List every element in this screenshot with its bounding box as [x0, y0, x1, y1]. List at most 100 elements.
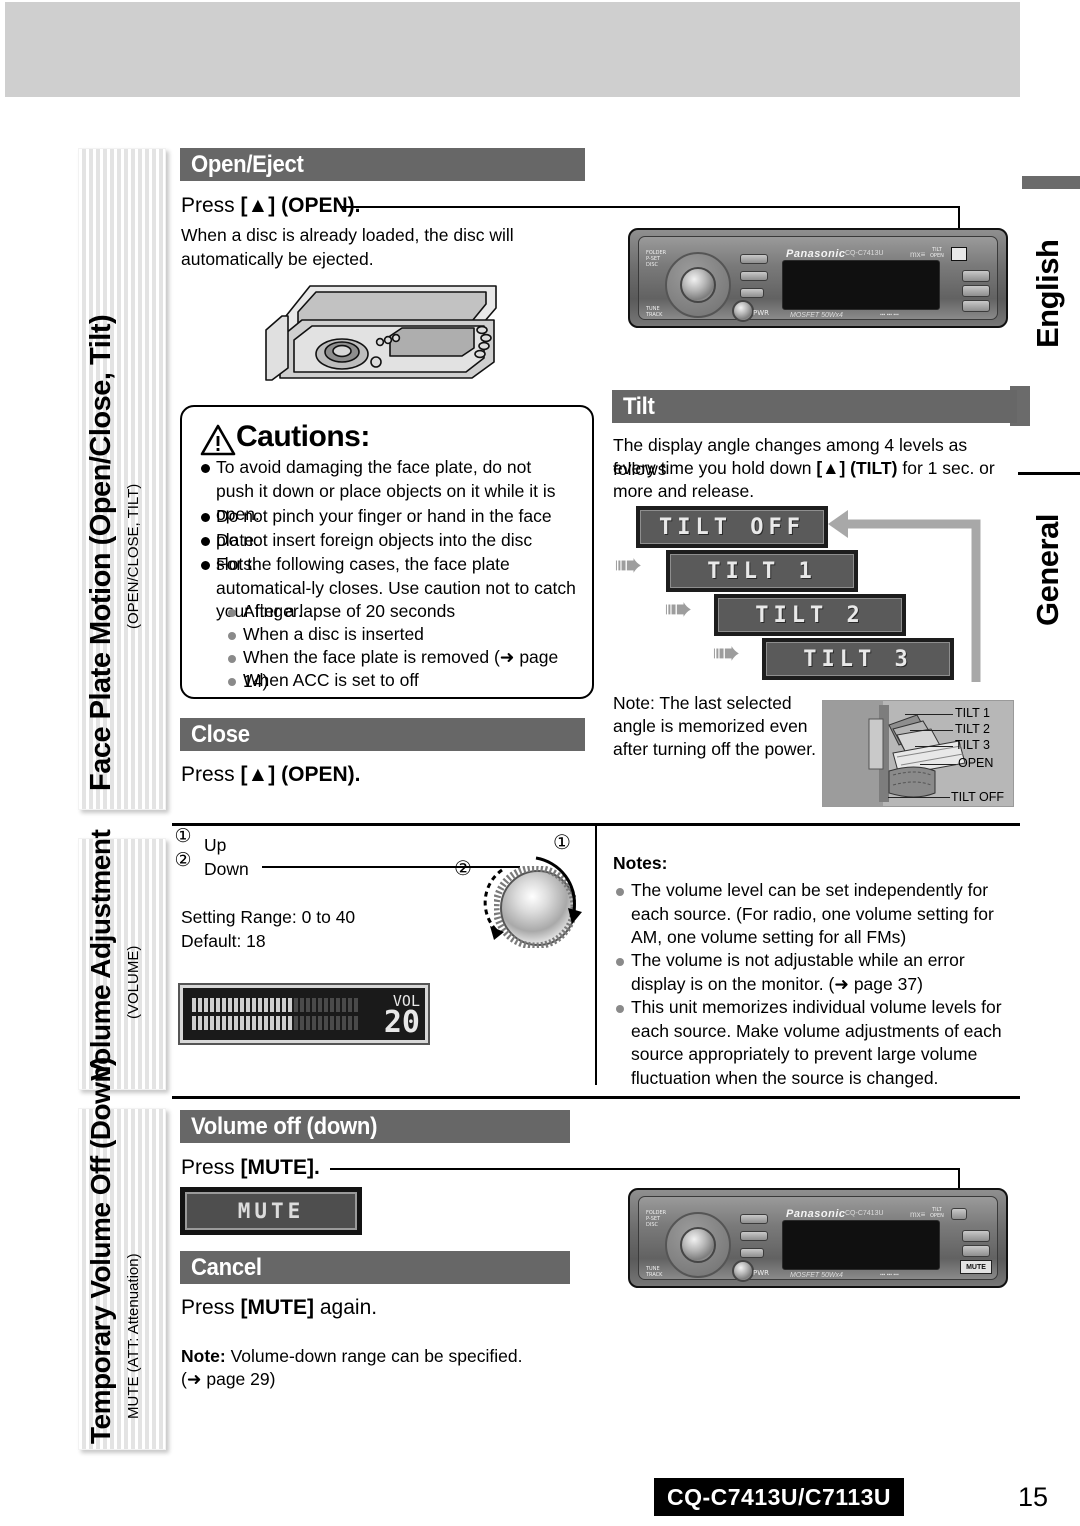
- cautions-subbullet: [228, 655, 236, 663]
- mute-key-icon: [MUTE]: [240, 1156, 315, 1179]
- head-unit-tilt-open-label-bottom: TILT OPEN: [930, 1207, 944, 1219]
- volume-step-1-label: Up: [204, 835, 227, 855]
- cautions-bullet: [201, 561, 210, 570]
- tilt-diagram-label-tilt3: TILT 3: [955, 738, 990, 752]
- head-unit-brand-bottom: Panasonic: [786, 1208, 846, 1220]
- english-tab-marker: [1022, 176, 1080, 189]
- tilt-key-icon: [▲] (TILT): [816, 458, 898, 478]
- section-header-cancel: Cancel: [180, 1251, 570, 1284]
- tilt-diagram-label-tilt2: TILT 2: [955, 722, 990, 736]
- tilt-state-off: TILT OFF: [636, 506, 828, 548]
- head-unit-volume-knob-top: [680, 267, 716, 303]
- volume-level-bars-lower: [192, 1016, 358, 1030]
- cautions-bullet: [201, 513, 210, 522]
- sidebar-tab-face-plate-motion-title: Face Plate Motion (Open/Close, Tilt): [85, 314, 117, 791]
- volume-step-2-label: Down: [204, 859, 249, 879]
- tilt-state-1-label: TILT 1: [707, 558, 817, 584]
- volume-off-note-label: Note:: [181, 1346, 226, 1366]
- volume-display-value: 20: [383, 1005, 420, 1040]
- volume-rotation-arrows: [462, 848, 592, 968]
- head-unit-codec-labels-bottom: ▪▪▪ ▪▪▪ ▪▪▪: [880, 1272, 899, 1278]
- open-eject-instruction: Press [▲] (OPEN).: [181, 193, 361, 219]
- head-unit-left-labels-bottom: FOLDER P-SET DISC: [646, 1210, 667, 1228]
- head-unit-pwr-label-top: PWR: [753, 309, 770, 317]
- section-header-open-eject-label: Open/Eject: [191, 150, 304, 178]
- mute-key-icon: [MUTE]: [240, 1296, 315, 1319]
- section-header-close: Close: [180, 718, 585, 751]
- sidebar-tab-english[interactable]: English: [1030, 208, 1066, 348]
- tilt-note-line-1-text: Note: The last selected: [613, 693, 792, 713]
- mute-display-label: MUTE: [237, 1199, 305, 1223]
- close-key-suffix: (OPEN).: [281, 763, 361, 786]
- head-unit-src-button-top: [732, 300, 754, 322]
- cautions-subbullet: [228, 678, 236, 686]
- tilt-body-line-2-b: for 1 sec. or: [902, 458, 995, 478]
- section-header-cancel-label: Cancel: [191, 1253, 262, 1281]
- volume-note-1: The volume level can be set independentl…: [631, 880, 994, 947]
- cautions-subbullet: [228, 632, 236, 640]
- section-header-volume-off-label: Volume off (down): [191, 1112, 378, 1140]
- sidebar-tab-general[interactable]: General: [1030, 496, 1066, 626]
- volume-setting-range: Setting Range: 0 to 40: [181, 907, 356, 927]
- head-unit-mosfet-label-top: MOSFET 50Wx4: [790, 312, 843, 319]
- cautions-subitem-1: After a lapse of 20 seconds: [243, 601, 456, 621]
- head-unit-menu-button-bottom: [740, 1214, 768, 1224]
- sidebar-tab-temporary-volume-off-subtitle: MUTE (ATT: Attenuation): [125, 1253, 142, 1419]
- volume-off-note: Note: Volume-down range can be specified…: [181, 1345, 581, 1369]
- sidebar-tab-face-plate-motion[interactable]: Face Plate Motion (Open/Close, Tilt) (OP…: [78, 148, 166, 810]
- volume-default: Default: 18: [181, 931, 266, 951]
- tilt-flow-arrow-2: ➠: [664, 590, 693, 628]
- tilt-flow-arrow-1: ➠: [614, 546, 643, 584]
- head-unit-disp-button-top: [740, 288, 764, 298]
- tilt-diagram-label-tilt1: TILT 1: [955, 706, 990, 720]
- cautions-subitem-2: When a disc is inserted: [243, 624, 424, 644]
- head-unit-mosfet-label-bottom: MOSFET 50Wx4: [790, 1272, 843, 1279]
- head-unit-mx-mark-bottom: mx≡: [910, 1210, 926, 1219]
- volume-note-bullet: [616, 888, 624, 896]
- section-header-close-label: Close: [191, 720, 250, 748]
- head-unit-volume-knob-bottom: [680, 1227, 716, 1263]
- open-eject-body: When a disc is already loaded, the disc …: [181, 225, 514, 269]
- sidebar-tab-volume-adjustment[interactable]: Volume Adjustment (VOLUME): [78, 830, 166, 1090]
- tilt-diagram-leader-4: [920, 764, 956, 765]
- tilt-diagram-leader-5: [888, 797, 950, 798]
- head-unit-sq-button-top: [962, 285, 990, 297]
- tilt-note-line-2: angle is memorized even: [613, 716, 808, 736]
- sidebar-tab-temporary-volume-off[interactable]: Temporary Volume Off (Down) MUTE (ATT: A…: [78, 1057, 166, 1450]
- open-eject-leader-horizontal: [340, 206, 960, 208]
- cancel-press-word: Press: [181, 1296, 235, 1319]
- close-press-word: Press: [181, 763, 235, 786]
- cautions-title: Cautions:: [236, 420, 370, 453]
- tilt-body-line-2-a: every time you hold down: [613, 458, 812, 478]
- section-header-tilt-label: Tilt: [623, 392, 655, 420]
- head-unit-tilt-open-label-top: TILT OPEN: [930, 247, 944, 259]
- manual-page: Face Plate Motion (Open/Close, Tilt) (OP…: [0, 0, 1080, 1526]
- volume-note-3: This unit memorizes individual volume le…: [631, 997, 1002, 1088]
- head-unit-pwr-label-bottom: PWR: [753, 1269, 770, 1277]
- head-unit-mute-button-top: [962, 300, 990, 312]
- sidebar-tab-face-plate-motion-subtitle: (OPEN/CLOSE, TILT): [125, 483, 142, 629]
- head-unit-eject-button-bottom: [951, 1208, 967, 1220]
- eject-key-icon: [▲]: [240, 763, 276, 786]
- cancel-instruction: Press [MUTE] again.: [181, 1295, 377, 1321]
- head-unit-bottom-left-labels-top: TUNE TRACK: [646, 306, 663, 318]
- cautions-subitem-4: When ACC is set to off: [243, 670, 419, 690]
- volume-note-2: The volume is not adjustable while an er…: [631, 950, 965, 994]
- sidebar-tab-volume-adjustment-subtitle: (VOLUME): [125, 945, 142, 1019]
- head-unit-illustration-bottom: FOLDER P-SET DISC TUNE TRACK Panasonic C…: [628, 1188, 1008, 1288]
- tilt-flow-arrow-3: ➠: [712, 634, 741, 672]
- head-unit-display-bottom: [782, 1220, 940, 1270]
- sidebar-tab-temporary-volume-off-title: Temporary Volume Off (Down): [85, 1057, 116, 1444]
- head-unit-model-top: CQ-C7413U: [845, 250, 884, 257]
- head-unit-band-button-bottom: [740, 1231, 768, 1241]
- head-unit-brand-top: Panasonic: [786, 248, 846, 260]
- tilt-diagram-label-open: OPEN: [958, 756, 994, 770]
- volume-level-bars: [192, 998, 358, 1012]
- head-unit-dm-button-top: [962, 270, 990, 282]
- section-header-open-eject: Open/Eject: [180, 148, 585, 181]
- head-unit-mx-mark-top: mx≡: [910, 250, 926, 259]
- tilt-note-line-3: after turning off the power.: [613, 739, 817, 759]
- tilt-body-line-2: every time you hold down [▲] (TILT) for …: [613, 457, 1013, 481]
- head-unit-disp-button-bottom: [740, 1248, 764, 1258]
- head-unit-eject-button-top: [951, 247, 967, 261]
